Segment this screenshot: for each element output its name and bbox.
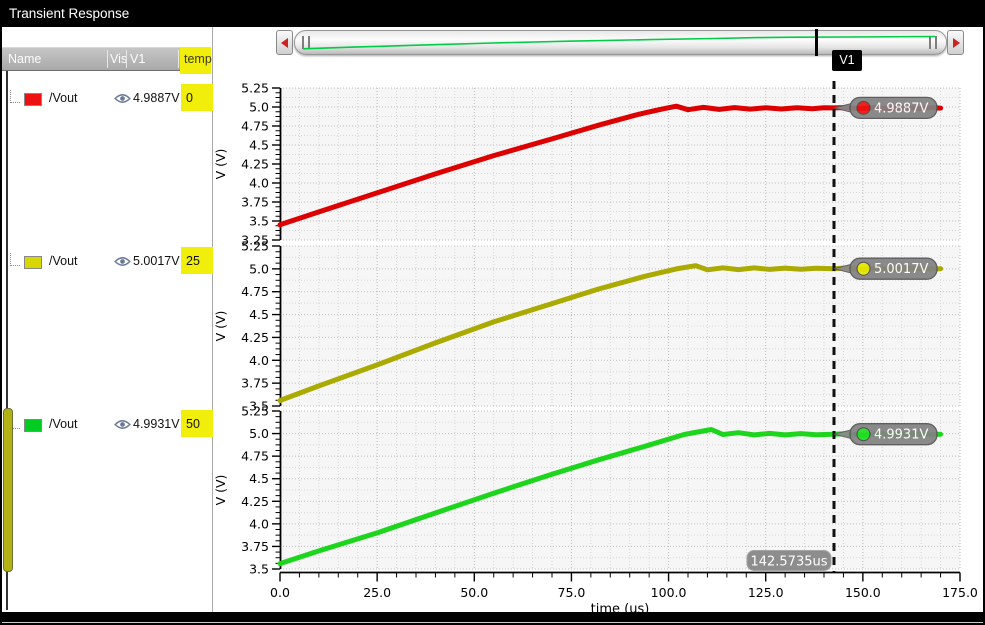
svg-text:125.0: 125.0	[748, 585, 784, 600]
svg-text:5.25: 5.25	[241, 81, 269, 96]
svg-text:5.0: 5.0	[249, 100, 269, 115]
trace-row-vout-temp0[interactable]: /Vout 4.9887V 0	[2, 84, 213, 111]
svg-text:4.5: 4.5	[249, 471, 269, 486]
x-axis: 0.0 25.0 50.0 75.0 100.0 125.0 150.0 175.0time …	[270, 571, 978, 617]
cursor-value-v1: 5.0017V	[133, 254, 180, 268]
svg-text:3.75: 3.75	[241, 376, 269, 391]
tree-branch-icon	[10, 253, 20, 266]
cursor-value-v1: 4.9931V	[133, 417, 180, 431]
svg-text:5.0: 5.0	[249, 426, 269, 441]
trace-name[interactable]: /Vout	[49, 412, 78, 436]
trace-row-vout-temp25[interactable]: /Vout 5.0017V 25	[2, 247, 213, 274]
y-axis-label: V (V)	[213, 149, 228, 180]
svg-text:4.0: 4.0	[249, 353, 269, 368]
window-bottom-border	[0, 612, 985, 622]
cursor-value-v1: 4.9887V	[133, 91, 180, 105]
svg-text:25.0: 25.0	[363, 585, 391, 600]
right-arrow-icon	[953, 38, 960, 48]
cursor-time-badge: 142.5735us	[746, 550, 832, 571]
svg-text:4.75: 4.75	[241, 449, 269, 464]
trace-row-vout-temp50[interactable]: /Vout 4.9931V 50	[2, 410, 213, 437]
svg-text:4.5: 4.5	[249, 307, 269, 322]
left-arrow-icon	[281, 38, 288, 48]
trace-color-swatch[interactable]	[24, 93, 42, 106]
svg-text:3.5: 3.5	[249, 562, 269, 577]
visibility-eye-icon[interactable]	[114, 93, 131, 104]
trace-list-panel	[2, 27, 212, 612]
svg-text:3.75: 3.75	[241, 539, 269, 554]
svg-text:3.75: 3.75	[241, 195, 269, 210]
svg-text:100.0: 100.0	[651, 585, 687, 600]
svg-text:175.0: 175.0	[942, 585, 978, 600]
svg-text:5.25: 5.25	[241, 239, 269, 254]
svg-text:3.5: 3.5	[249, 214, 269, 229]
column-header-name[interactable]: Name	[8, 48, 41, 70]
svg-text:0.0: 0.0	[270, 585, 290, 600]
scroll-right-button[interactable]	[947, 30, 964, 55]
column-separator	[126, 50, 127, 68]
tree-branch-icon	[10, 90, 20, 103]
svg-text:4.75: 4.75	[241, 284, 269, 299]
svg-text:5.0: 5.0	[249, 261, 269, 276]
svg-text:4.75: 4.75	[241, 119, 269, 134]
svg-text:4.25: 4.25	[241, 494, 269, 509]
trace-name[interactable]: /Vout	[49, 249, 78, 273]
temp-value: 50	[186, 417, 200, 431]
svg-text:4.0: 4.0	[249, 516, 269, 531]
svg-text:4.5: 4.5	[249, 138, 269, 153]
svg-text:5.0017V: 5.0017V	[874, 262, 928, 277]
temp-value: 0	[186, 91, 193, 105]
plot-area[interactable]: 5.25 5.0 4.75 4.5 4.25 4.0 3.75 3.5 3.25 V (V) 5.2…	[213, 80, 985, 618]
svg-text:4.9931V: 4.9931V	[874, 428, 928, 443]
cursor-slider-tick[interactable]	[815, 29, 818, 56]
y-axis-label: V (V)	[213, 475, 228, 506]
temp-value: 25	[186, 254, 200, 268]
cursor-name-tooltip[interactable]: V1	[832, 50, 862, 71]
window-title: Transient Response	[0, 0, 985, 27]
svg-text:5.25: 5.25	[241, 404, 269, 419]
svg-text:50.0: 50.0	[460, 585, 488, 600]
column-header-v1[interactable]: V1	[130, 48, 145, 70]
visibility-eye-icon[interactable]	[114, 256, 131, 267]
plot-50: 5.25 5.0 4.75 4.5 4.25 4.0 3.75 3.5 V (V)	[213, 404, 961, 577]
scroll-left-button[interactable]	[276, 30, 293, 55]
column-separator	[178, 50, 179, 68]
column-separator	[107, 50, 108, 68]
column-header-vis[interactable]: Vis	[110, 48, 127, 70]
svg-text:150.0: 150.0	[845, 585, 881, 600]
svg-text:4.9887V: 4.9887V	[874, 101, 928, 116]
trace-color-swatch[interactable]	[24, 419, 42, 432]
svg-text:4.25: 4.25	[241, 330, 269, 345]
svg-text:4.0: 4.0	[249, 176, 269, 191]
svg-text:4.25: 4.25	[241, 157, 269, 172]
vertical-scrollbar-thumb[interactable]	[3, 408, 13, 572]
svg-text:75.0: 75.0	[558, 585, 586, 600]
trace-table-header: Name Vis V1 temp	[2, 47, 212, 74]
svg-text:142.5735us: 142.5735us	[750, 555, 827, 570]
trace-name[interactable]: /Vout	[49, 86, 78, 110]
column-header-temp[interactable]: temp	[184, 48, 212, 70]
trace-color-swatch[interactable]	[24, 256, 42, 269]
visibility-eye-icon[interactable]	[114, 419, 131, 430]
y-axis-label: V (V)	[213, 311, 228, 342]
